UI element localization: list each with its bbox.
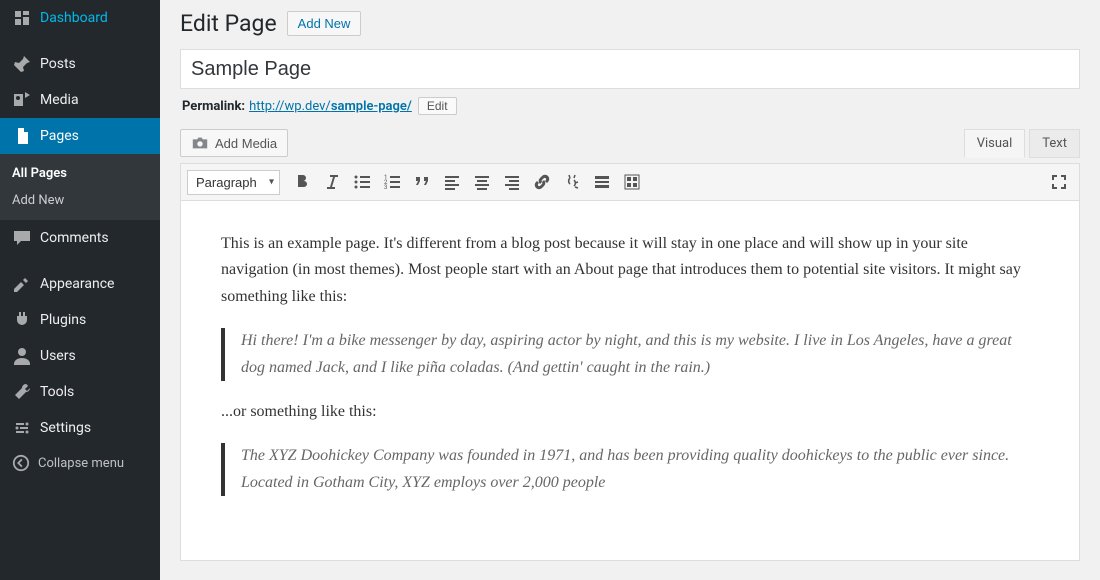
- sidebar-item-dashboard[interactable]: Dashboard: [0, 0, 160, 36]
- sidebar-item-comments[interactable]: Comments: [0, 220, 160, 256]
- insert-more-button[interactable]: [588, 168, 616, 196]
- editor-tab-text[interactable]: Text: [1029, 129, 1080, 158]
- sidebar-item-settings[interactable]: Settings: [0, 410, 160, 446]
- sidebar-item-label: Dashboard: [40, 10, 108, 26]
- numbered-list-button[interactable]: 123: [378, 168, 406, 196]
- page-heading: Edit Page: [180, 10, 277, 37]
- media-icon: [12, 90, 32, 110]
- sidebar-item-label: Comments: [40, 230, 109, 246]
- main-content: Edit Page Add New Permalink: http://wp.d…: [160, 0, 1100, 580]
- sidebar-item-label: Plugins: [40, 312, 86, 328]
- content-blockquote: Hi there! I'm a bike messenger by day, a…: [221, 328, 1039, 381]
- sidebar-item-plugins[interactable]: Plugins: [0, 302, 160, 338]
- add-media-label: Add Media: [215, 136, 277, 151]
- align-left-button[interactable]: [438, 168, 466, 196]
- sidebar-item-label: Posts: [40, 56, 76, 72]
- page-title-input[interactable]: [180, 49, 1080, 89]
- sidebar-item-appearance[interactable]: Appearance: [0, 266, 160, 302]
- permalink-link[interactable]: http://wp.dev/sample-page/: [249, 99, 412, 114]
- bold-button[interactable]: [288, 168, 316, 196]
- svg-text:3: 3: [384, 184, 387, 191]
- align-right-button[interactable]: [498, 168, 526, 196]
- users-icon: [12, 346, 32, 366]
- sidebar-item-label: Tools: [40, 384, 74, 400]
- sidebar-sub-item-add-new[interactable]: Add New: [0, 187, 160, 214]
- unlink-button[interactable]: [558, 168, 586, 196]
- editor-content[interactable]: This is an example page. It's different …: [180, 201, 1080, 561]
- permalink-label: Permalink:: [182, 99, 245, 114]
- comments-icon: [12, 228, 32, 248]
- collapse-menu-button[interactable]: Collapse menu: [0, 446, 160, 480]
- toolbar-toggle-button[interactable]: [618, 168, 646, 196]
- fullscreen-button[interactable]: [1045, 168, 1073, 196]
- collapse-label: Collapse menu: [38, 456, 124, 471]
- appearance-icon: [12, 274, 32, 294]
- tools-icon: [12, 382, 32, 402]
- sidebar-item-media[interactable]: Media: [0, 82, 160, 118]
- italic-button[interactable]: [318, 168, 346, 196]
- sidebar-item-users[interactable]: Users: [0, 338, 160, 374]
- camera-music-icon: [191, 134, 209, 152]
- bullet-list-button[interactable]: [348, 168, 376, 196]
- permalink-edit-button[interactable]: Edit: [418, 97, 457, 115]
- admin-sidebar: Dashboard Posts Media Pages All Pages Ad…: [0, 0, 160, 580]
- sidebar-item-label: Pages: [40, 128, 79, 144]
- pages-icon: [12, 126, 32, 146]
- content-paragraph: This is an example page. It's different …: [221, 231, 1039, 310]
- sidebar-item-label: Users: [40, 348, 76, 364]
- content-paragraph: ...or something like this:: [221, 399, 1039, 425]
- sidebar-item-label: Settings: [40, 420, 91, 436]
- sidebar-item-tools[interactable]: Tools: [0, 374, 160, 410]
- permalink-row: Permalink: http://wp.dev/sample-page/ Ed…: [182, 97, 1078, 115]
- content-blockquote: The XYZ Doohickey Company was founded in…: [221, 443, 1039, 496]
- sidebar-sub-item-all-pages[interactable]: All Pages: [0, 160, 160, 187]
- sidebar-item-label: Appearance: [40, 276, 114, 292]
- pin-icon: [12, 54, 32, 74]
- editor-tab-visual[interactable]: Visual: [964, 129, 1026, 158]
- plugins-icon: [12, 310, 32, 330]
- link-button[interactable]: [528, 168, 556, 196]
- format-select[interactable]: Paragraph: [187, 170, 280, 195]
- add-media-button[interactable]: Add Media: [180, 129, 288, 157]
- sidebar-item-label: Media: [40, 92, 79, 108]
- collapse-icon: [12, 454, 30, 472]
- blockquote-button[interactable]: [408, 168, 436, 196]
- align-center-button[interactable]: [468, 168, 496, 196]
- dashboard-icon: [12, 8, 32, 28]
- add-new-button[interactable]: Add New: [287, 11, 362, 36]
- settings-icon: [12, 418, 32, 438]
- sidebar-item-pages[interactable]: Pages: [0, 118, 160, 154]
- sidebar-submenu-pages: All Pages Add New: [0, 154, 160, 220]
- editor-toolbar: Paragraph 123: [180, 163, 1080, 201]
- sidebar-item-posts[interactable]: Posts: [0, 46, 160, 82]
